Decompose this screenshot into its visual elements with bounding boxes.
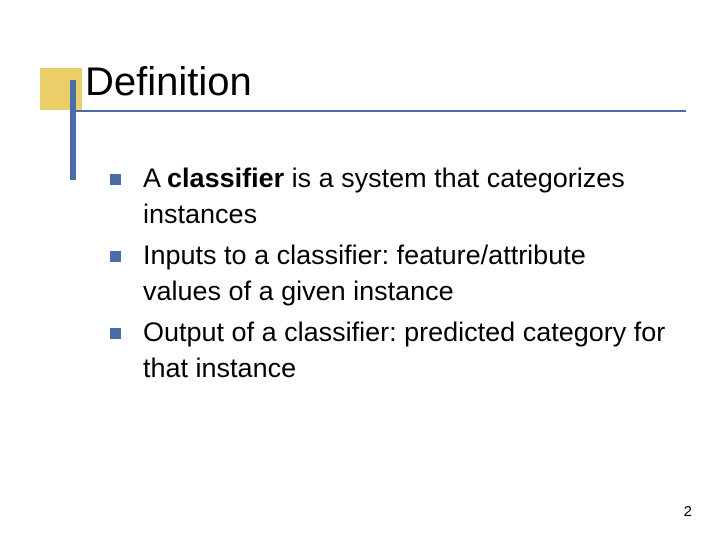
list-item: Output of a classifier: predicted catego… (110, 314, 670, 387)
bullet-list: A classifier is a system that categorize… (110, 160, 670, 391)
square-bullet-icon (110, 174, 121, 185)
square-bullet-icon (110, 328, 121, 339)
title-underline (76, 110, 686, 112)
bullet-text: Output of a classifier: predicted catego… (143, 314, 670, 387)
slide-title: Definition (85, 60, 252, 105)
bullet-text: Inputs to a classifier: feature/attribut… (143, 237, 670, 310)
page-number: 2 (684, 503, 692, 520)
list-item: A classifier is a system that categorize… (110, 160, 670, 233)
square-bullet-icon (110, 251, 121, 262)
title-accent-bar (70, 80, 76, 180)
bullet-text: A classifier is a system that categorize… (143, 160, 670, 233)
list-item: Inputs to a classifier: feature/attribut… (110, 237, 670, 310)
